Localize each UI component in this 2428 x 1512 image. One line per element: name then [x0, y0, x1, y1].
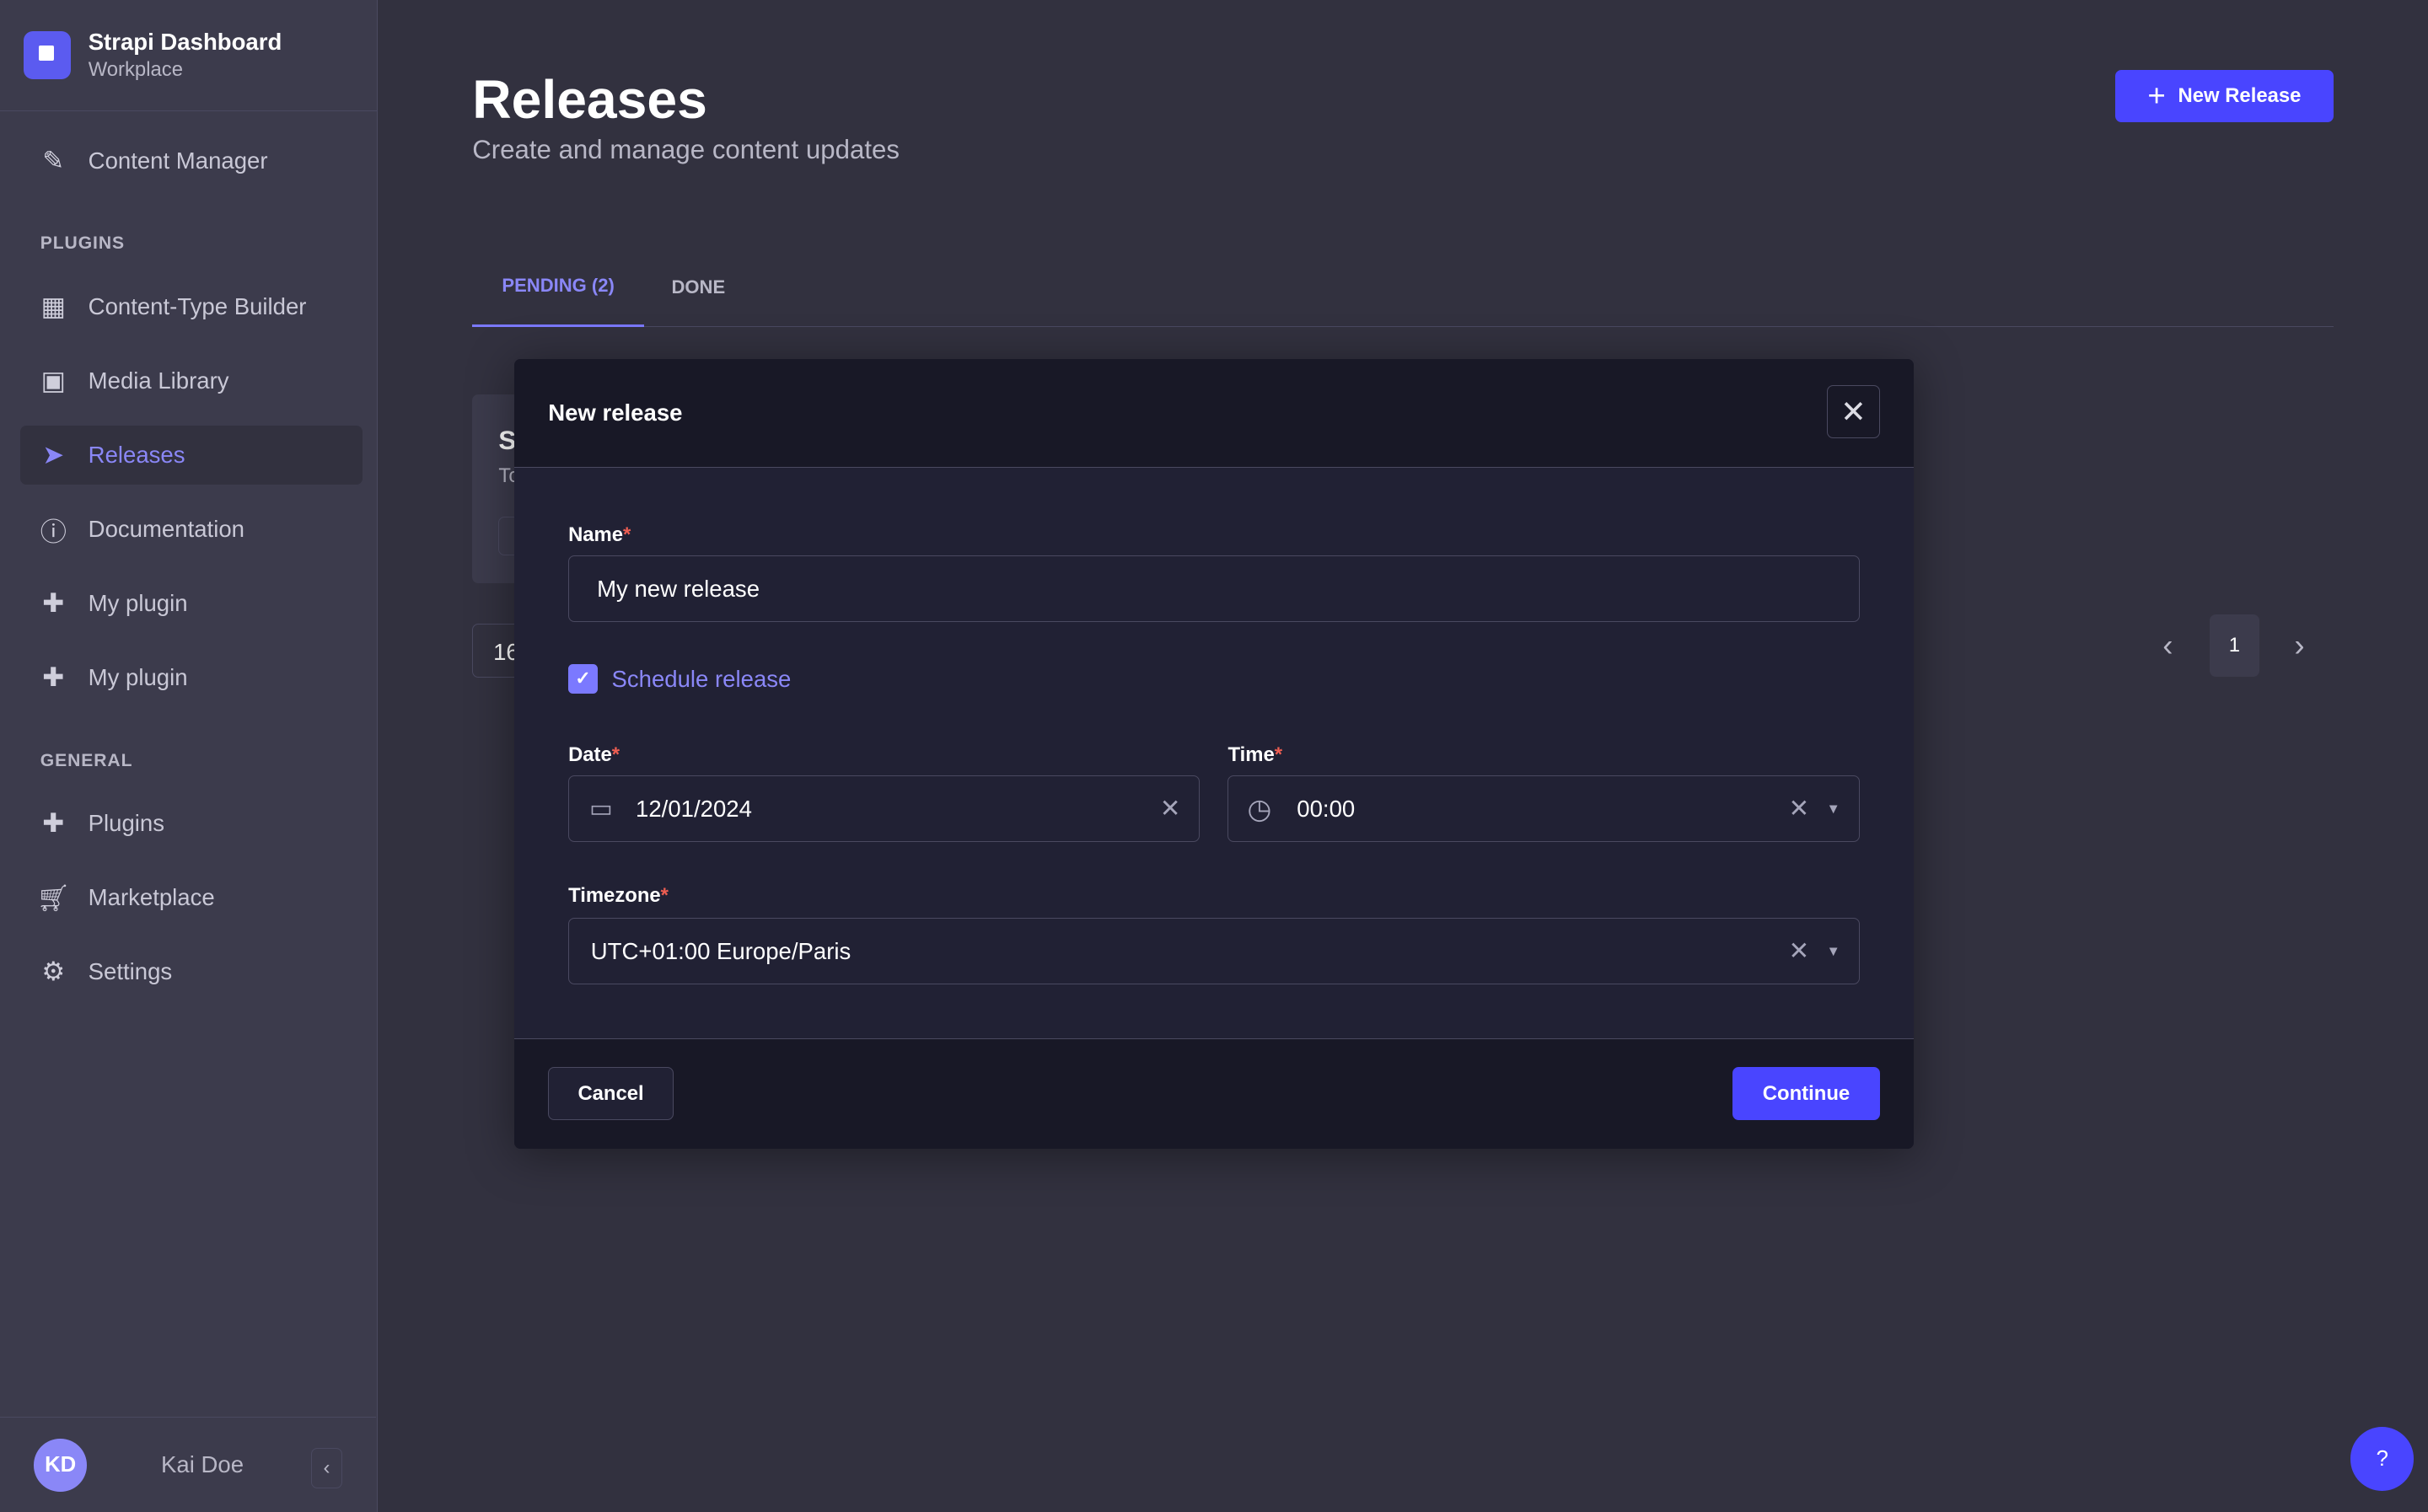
- sidebar-item-marketplace[interactable]: 🛒︎ Marketplace: [20, 868, 363, 927]
- timezone-select[interactable]: UTC+01:00 Europe/Paris ✕ ▼: [568, 918, 1860, 985]
- timezone-label-text: Timezone: [568, 883, 661, 907]
- page-title: Releases: [472, 68, 707, 130]
- user-name[interactable]: Kai Doe: [161, 1451, 244, 1478]
- chevron-left-icon: ‹: [323, 1456, 330, 1480]
- cart-icon: 🛒︎: [36, 882, 71, 913]
- page-1-button[interactable]: 1: [2209, 614, 2259, 677]
- required-mark: *: [1274, 743, 1283, 766]
- sidebar-item-label: Plugins: [88, 810, 165, 837]
- paper-plane-icon: ➤: [42, 439, 65, 469]
- new-release-button[interactable]: + New Release: [2114, 69, 2334, 123]
- continue-button[interactable]: Continue: [1732, 1067, 1880, 1120]
- general-heading: GENERAL: [40, 750, 133, 770]
- feather-icon: ✎: [42, 146, 65, 175]
- collapse-sidebar-button[interactable]: ‹: [311, 1448, 342, 1489]
- sidebar-item-content-manager[interactable]: ✎ Content Manager: [20, 131, 363, 190]
- chevron-left-icon: ‹: [2162, 627, 2173, 662]
- time-label: Time*: [1227, 743, 1282, 767]
- time-label-text: Time: [1227, 743, 1275, 766]
- sidebar-item-media-library[interactable]: ▣ Media Library: [20, 351, 363, 410]
- dialog-footer: Cancel Continue: [513, 1038, 1915, 1149]
- tab-pending[interactable]: PENDING (2): [472, 248, 645, 327]
- time-value: 00:00: [1297, 795, 1356, 822]
- sidebar-item-my-plugin[interactable]: ✚ My plugin: [20, 574, 363, 633]
- dialog-title: New release: [548, 399, 683, 426]
- name-label: Name*: [568, 523, 631, 547]
- close-button[interactable]: ✕: [1827, 385, 1880, 438]
- sidebar-item-label: Settings: [88, 958, 173, 985]
- sidebar-footer: KD Kai Doe ‹: [0, 1416, 377, 1512]
- date-value: 12/01/2024: [636, 795, 752, 822]
- sidebar-item-label: Documentation: [88, 516, 244, 543]
- sidebar-item-label: My plugin: [88, 664, 188, 691]
- date-label-text: Date: [568, 743, 612, 766]
- sidebar-item-content-type-builder[interactable]: ▦ Content-Type Builder: [20, 277, 363, 336]
- sidebar-item-my-plugin-2[interactable]: ✚ My plugin: [20, 649, 363, 708]
- caret-down-icon[interactable]: ▼: [1826, 943, 1840, 960]
- schedule-release-label[interactable]: Schedule release: [611, 666, 791, 693]
- sidebar: Strapi Dashboard Workplace ✎ Content Mana…: [0, 0, 379, 1512]
- sidebar-item-label: Content-Type Builder: [88, 292, 307, 319]
- timezone-label: Timezone*: [568, 884, 669, 908]
- required-mark: *: [660, 883, 669, 907]
- date-label: Date*: [568, 743, 620, 767]
- sidebar-item-plugins[interactable]: ✚ Plugins: [20, 794, 363, 853]
- avatar[interactable]: KD: [34, 1439, 87, 1492]
- tab-done[interactable]: DONE: [644, 248, 753, 327]
- name-input-value: My new release: [597, 575, 760, 602]
- required-mark: *: [623, 523, 631, 546]
- new-release-label: New Release: [2178, 83, 2302, 107]
- caret-down-icon[interactable]: ▼: [1826, 801, 1840, 818]
- sidebar-item-settings[interactable]: ⚙ Settings: [20, 943, 363, 1002]
- puzzle-icon: ✚: [42, 662, 65, 693]
- sidebar-item-label: Media Library: [88, 367, 229, 394]
- clock-icon: ◷: [1247, 793, 1272, 825]
- help-button[interactable]: ?: [2350, 1427, 2415, 1491]
- workspace-name: Workplace: [88, 58, 183, 82]
- calendar-icon: ▭: [588, 795, 613, 823]
- chevron-right-icon: ›: [2294, 627, 2305, 662]
- cancel-button[interactable]: Cancel: [548, 1067, 674, 1120]
- sidebar-item-label: Content Manager: [88, 147, 268, 174]
- check-icon: ✓: [575, 668, 591, 689]
- tabs: PENDING (2) DONE: [472, 248, 2334, 327]
- name-input[interactable]: My new release: [568, 555, 1860, 623]
- app-title: Strapi Dashboard: [88, 28, 282, 55]
- info-icon: ⓘ: [40, 517, 67, 547]
- next-page-button[interactable]: ›: [2280, 614, 2318, 676]
- layout-icon: ▦: [40, 291, 67, 321]
- sidebar-item-label: Releases: [88, 441, 185, 468]
- sidebar-item-releases[interactable]: ➤ Releases: [19, 426, 363, 485]
- required-mark: *: [611, 743, 620, 766]
- clear-date-icon[interactable]: ✕: [1160, 794, 1181, 823]
- date-picker[interactable]: ▭ 12/01/2024 ✕: [568, 775, 1201, 843]
- page-subtitle: Create and manage content updates: [472, 134, 900, 164]
- plugins-heading: PLUGINS: [40, 233, 126, 254]
- close-icon: ✕: [1840, 394, 1867, 430]
- schedule-release-checkbox[interactable]: ✓: [568, 663, 598, 694]
- plus-icon: +: [2147, 78, 2166, 113]
- image-icon: ▣: [40, 365, 67, 395]
- time-picker[interactable]: ◷ 00:00 ✕ ▼: [1227, 775, 1860, 843]
- new-release-dialog: New release ✕ Name* My new release ✓ Sch…: [513, 359, 1915, 1149]
- name-label-text: Name: [568, 523, 624, 546]
- clear-time-icon[interactable]: ✕: [1788, 794, 1809, 823]
- brand: Strapi Dashboard Workplace: [0, 0, 378, 112]
- sidebar-item-label: Marketplace: [88, 884, 215, 911]
- puzzle-icon: ✚: [42, 588, 65, 619]
- timezone-value: UTC+01:00 Europe/Paris: [590, 937, 851, 964]
- previous-page-button[interactable]: ‹: [2149, 614, 2186, 676]
- strapi-logo-icon: [23, 31, 72, 80]
- clear-timezone-icon[interactable]: ✕: [1788, 936, 1809, 966]
- dialog-header: New release: [513, 359, 1915, 468]
- gear-icon: ⚙: [41, 957, 66, 987]
- sidebar-item-documentation[interactable]: ⓘ Documentation: [20, 500, 363, 559]
- sidebar-item-label: My plugin: [88, 590, 188, 617]
- puzzle-icon: ✚: [42, 808, 65, 839]
